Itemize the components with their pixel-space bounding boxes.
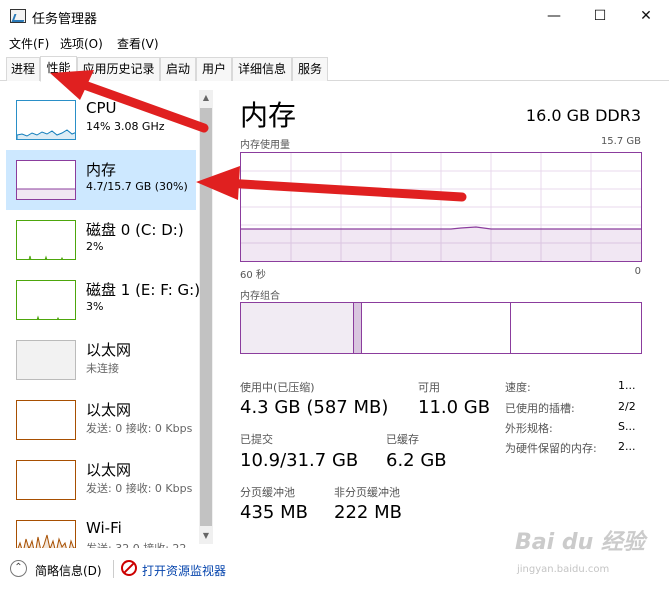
tab-users[interactable]: 用户 bbox=[196, 57, 232, 81]
nonpaged-pool-value: 222 MB bbox=[334, 502, 402, 523]
sidebar-item-detail: 发送: 32.0 接收: 22 bbox=[86, 540, 186, 548]
time-axis-start: 60 秒 bbox=[240, 270, 266, 281]
sidebar-item-label: 以太网 bbox=[86, 461, 132, 479]
memory-composition-bar bbox=[240, 302, 642, 354]
sidebar-item-ethernet-3[interactable]: 以太网 发送: 0 接收: 0 Kbps bbox=[6, 450, 196, 510]
sidebar-item-ethernet-2[interactable]: 以太网 发送: 0 接收: 0 Kbps bbox=[6, 390, 196, 450]
memory-thumbnail bbox=[16, 160, 76, 200]
sidebar-item-label: 以太网 bbox=[86, 401, 132, 419]
window-title: 任务管理器 bbox=[32, 12, 98, 27]
ethernet-1-thumbnail bbox=[16, 340, 76, 380]
slots-value: 2/2 bbox=[618, 400, 636, 413]
memory-spec: 16.0 GB DDR3 bbox=[525, 106, 641, 125]
scroll-thumb[interactable] bbox=[200, 108, 212, 526]
cached-label: 已缓存 bbox=[386, 433, 419, 446]
sidebar-item-disk-1[interactable]: 磁盘 1 (E: F: G:) 3% bbox=[6, 270, 200, 330]
speed-label: 速度: bbox=[505, 381, 531, 394]
sidebar-item-detail: 2% bbox=[86, 240, 104, 253]
standby-divider bbox=[510, 303, 511, 353]
performance-sidebar: CPU 14% 3.08 GHz 内存 4.7/15.7 GB (30%) 磁盘… bbox=[0, 88, 214, 548]
menu-view[interactable]: 查看(V) bbox=[117, 35, 159, 52]
watermark-brand: Bai du 经验 bbox=[515, 530, 645, 555]
task-manager-icon bbox=[10, 9, 26, 23]
sidebar-item-detail: 3% bbox=[86, 300, 104, 313]
watermark-url: jingyan.baidu.com bbox=[517, 564, 610, 575]
available-label: 可用 bbox=[418, 381, 440, 394]
modified-segment bbox=[353, 303, 362, 353]
menu-options[interactable]: 选项(O) bbox=[60, 35, 103, 52]
tab-performance[interactable]: 性能 bbox=[40, 56, 77, 82]
wifi-thumbnail bbox=[16, 520, 76, 548]
page-title: 内存 bbox=[240, 99, 297, 132]
ethernet-3-thumbnail bbox=[16, 460, 76, 500]
composition-label: 内存组合 bbox=[240, 291, 280, 302]
speed-value: 1... bbox=[618, 379, 636, 392]
maximize-button[interactable]: ☐ bbox=[577, 0, 623, 32]
tab-services[interactable]: 服务 bbox=[292, 57, 328, 81]
menu-bar: 文件(F) 选项(O) 查看(V) bbox=[0, 32, 669, 54]
available-value: 11.0 GB bbox=[418, 397, 491, 418]
sidebar-item-detail: 未连接 bbox=[86, 362, 119, 375]
sidebar-item-label: 磁盘 1 (E: F: G:) bbox=[86, 281, 201, 299]
usage-chart-max: 15.7 GB bbox=[600, 136, 641, 147]
committed-label: 已提交 bbox=[240, 433, 273, 446]
sidebar-item-disk-0[interactable]: 磁盘 0 (C: D:) 2% bbox=[6, 210, 196, 270]
scroll-down-icon[interactable]: ▼ bbox=[199, 528, 213, 544]
resource-monitor-icon[interactable] bbox=[121, 560, 137, 576]
sidebar-item-ethernet-1[interactable]: 以太网 未连接 bbox=[6, 330, 196, 390]
sidebar-item-detail: 14% 3.08 GHz bbox=[86, 120, 165, 133]
divider bbox=[113, 560, 114, 578]
sidebar-item-label: 内存 bbox=[86, 161, 117, 179]
memory-usage-chart bbox=[240, 152, 642, 262]
tab-startup[interactable]: 启动 bbox=[160, 57, 196, 81]
tab-details[interactable]: 详细信息 bbox=[232, 57, 292, 81]
menu-file[interactable]: 文件(F) bbox=[9, 35, 49, 52]
minimize-button[interactable]: — bbox=[531, 0, 577, 32]
in-use-label: 使用中(已压缩) bbox=[240, 381, 315, 394]
tab-processes[interactable]: 进程 bbox=[6, 57, 40, 81]
cached-value: 6.2 GB bbox=[386, 450, 447, 471]
paged-pool-value: 435 MB bbox=[240, 502, 308, 523]
usage-chart-label: 内存使用量 bbox=[240, 140, 290, 151]
fewer-details-button[interactable]: 简略信息(D) bbox=[35, 562, 102, 579]
sidebar-item-label: 以太网 bbox=[86, 341, 132, 359]
disk-1-thumbnail bbox=[16, 280, 76, 320]
title-bar: 任务管理器 — ☐ ✕ bbox=[0, 0, 669, 32]
committed-value: 10.9/31.7 GB bbox=[240, 450, 359, 471]
sidebar-item-cpu[interactable]: CPU 14% 3.08 GHz bbox=[6, 90, 196, 150]
nonpaged-pool-label: 非分页缓冲池 bbox=[334, 486, 400, 499]
ethernet-2-thumbnail bbox=[16, 400, 76, 440]
sidebar-scrollbar[interactable]: ▲ ▼ bbox=[199, 90, 213, 544]
sidebar-item-detail: 发送: 0 接收: 0 Kbps bbox=[86, 482, 193, 495]
form-factor-value: S... bbox=[618, 420, 636, 433]
chevron-up-icon[interactable]: ⌃ bbox=[10, 560, 27, 577]
sidebar-item-detail: 4.7/15.7 GB (30%) bbox=[86, 180, 188, 193]
open-resource-monitor-link[interactable]: 打开资源监视器 bbox=[142, 562, 226, 579]
reserved-label: 为硬件保留的内存: bbox=[505, 442, 597, 455]
tab-app-history[interactable]: 应用历史记录 bbox=[77, 57, 160, 81]
baidu-watermark: Bai du 经验 jingyan.baidu.com bbox=[515, 524, 645, 584]
sidebar-item-label: CPU bbox=[86, 99, 117, 117]
cpu-thumbnail bbox=[16, 100, 76, 140]
slots-label: 已使用的插槽: bbox=[505, 402, 575, 415]
reserved-value: 2... bbox=[618, 440, 636, 453]
sidebar-item-detail: 发送: 0 接收: 0 Kbps bbox=[86, 422, 193, 435]
memory-detail-panel: 内存 16.0 GB DDR3 内存使用量 15.7 GB 60 秒 0 内存组… bbox=[228, 88, 653, 548]
form-factor-label: 外形规格: bbox=[505, 422, 553, 435]
sidebar-item-label: Wi-Fi bbox=[86, 519, 122, 537]
sidebar-item-memory[interactable]: 内存 4.7/15.7 GB (30%) bbox=[6, 150, 196, 210]
disk-0-thumbnail bbox=[16, 220, 76, 260]
in-use-segment bbox=[241, 303, 353, 353]
time-axis-end: 0 bbox=[634, 266, 641, 277]
scroll-up-icon[interactable]: ▲ bbox=[199, 90, 213, 106]
close-button[interactable]: ✕ bbox=[623, 0, 669, 32]
paged-pool-label: 分页缓冲池 bbox=[240, 486, 295, 499]
sidebar-item-label: 磁盘 0 (C: D:) bbox=[86, 221, 184, 239]
sidebar-item-wifi[interactable]: Wi-Fi 发送: 32.0 接收: 22 bbox=[6, 510, 196, 548]
in-use-value: 4.3 GB (587 MB) bbox=[240, 397, 389, 418]
tab-bar: 进程 性能 应用历史记录 启动 用户 详细信息 服务 bbox=[0, 56, 669, 82]
